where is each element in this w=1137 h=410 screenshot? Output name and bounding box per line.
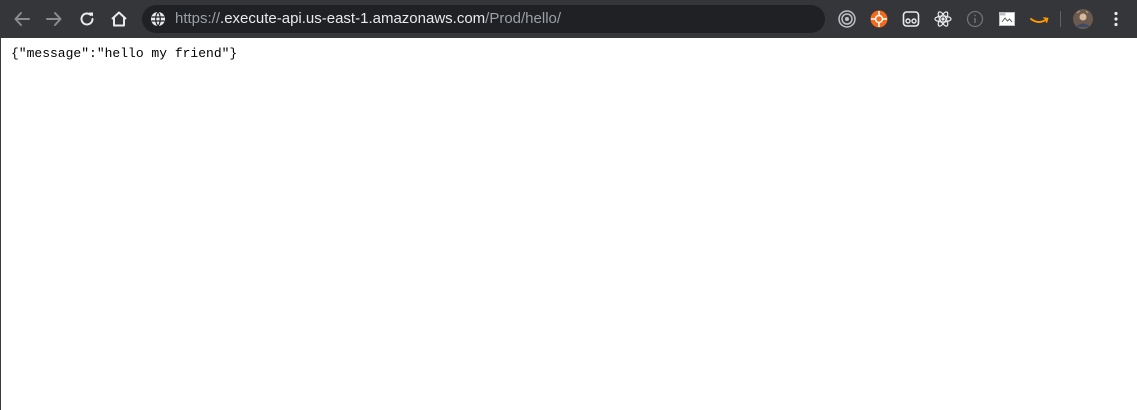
home-icon	[111, 11, 127, 27]
target-icon[interactable]	[837, 9, 857, 29]
reload-button[interactable]	[75, 7, 99, 31]
url-path: /Prod/hello/	[485, 10, 562, 27]
forward-button[interactable]	[42, 7, 66, 31]
home-button[interactable]	[107, 7, 131, 31]
more-vertical-icon[interactable]	[1106, 9, 1126, 29]
toolbar-divider	[1060, 11, 1061, 27]
url-host: .execute-api.us-east-1.amazonaws.com	[220, 10, 486, 27]
reload-icon	[80, 12, 94, 26]
info-icon[interactable]	[965, 9, 985, 29]
screenshot-extension-icon[interactable]	[997, 9, 1017, 29]
json-response-text: {"message":"hello my friend"}	[11, 46, 238, 61]
avatar[interactable]	[1073, 9, 1093, 29]
react-devtools-icon[interactable]	[933, 9, 953, 29]
browser-toolbar: https://.execute-api.us-east-1.amazonaws…	[0, 0, 1137, 38]
amazon-icon[interactable]	[1029, 9, 1049, 29]
back-button[interactable]	[10, 7, 34, 31]
url-text[interactable]: https://.execute-api.us-east-1.amazonaws…	[175, 5, 561, 33]
back-arrow-icon	[14, 12, 30, 26]
address-bar[interactable]: https://.execute-api.us-east-1.amazonaws…	[142, 5, 825, 33]
page-content: {"message":"hello my friend"}	[0, 38, 1137, 410]
globe-icon[interactable]	[150, 11, 166, 27]
url-scheme: https://	[175, 10, 221, 27]
orange-circle-extension-icon[interactable]	[869, 9, 889, 29]
forward-arrow-icon	[46, 12, 62, 26]
camera-extension-icon[interactable]	[901, 9, 921, 29]
